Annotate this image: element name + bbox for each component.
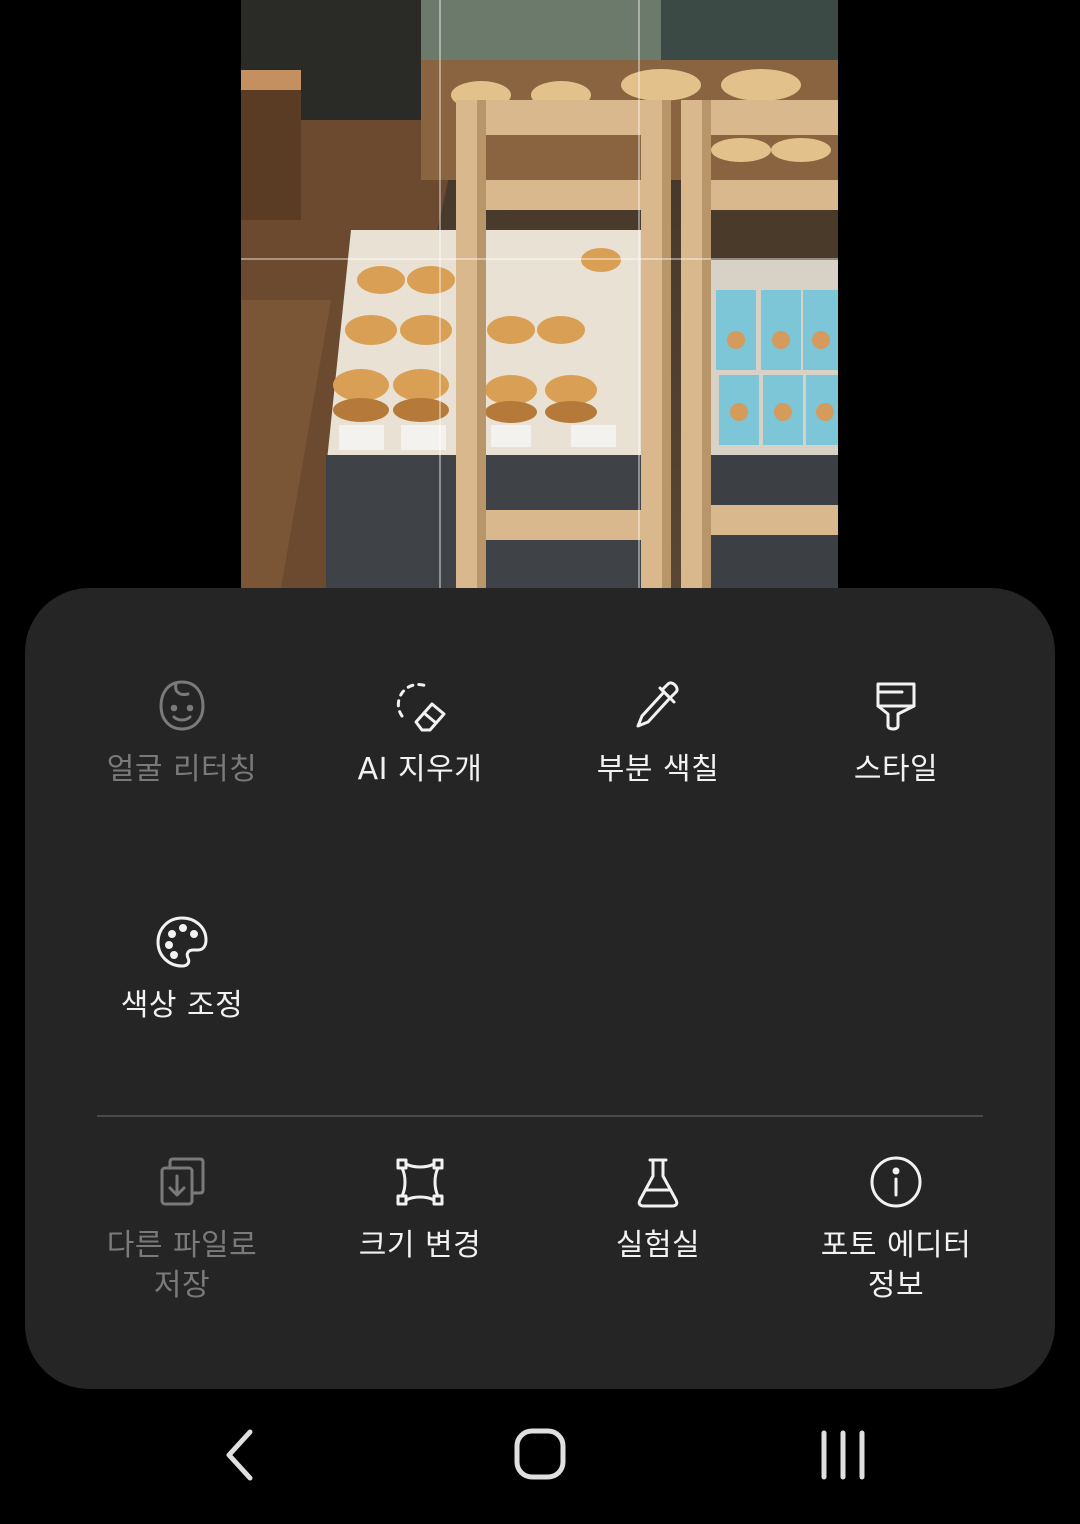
recents-button[interactable] xyxy=(803,1419,883,1489)
face-retouch-button[interactable]: 얼굴 리터칭 xyxy=(63,676,301,790)
photo-preview[interactable] xyxy=(241,0,838,588)
about-photo-editor-button[interactable]: 포토 에디터 정보 xyxy=(777,1152,1015,1306)
chevron-left-icon xyxy=(226,1429,253,1481)
partial-color-button[interactable]: 부분 색칠 xyxy=(539,676,777,790)
ai-eraser-label: AI 지우개 xyxy=(357,752,483,787)
style-label: 스타일 xyxy=(853,752,939,787)
home-icon xyxy=(514,1428,566,1480)
divider xyxy=(97,1115,983,1117)
labs-button[interactable]: 실험실 xyxy=(539,1152,777,1266)
resize-button[interactable]: 크기 변경 xyxy=(301,1152,539,1266)
back-button[interactable] xyxy=(200,1419,280,1489)
home-button[interactable] xyxy=(500,1419,580,1489)
color-picker-icon xyxy=(628,676,688,736)
resize-icon xyxy=(390,1152,450,1212)
recents-icon xyxy=(821,1430,865,1480)
info-icon xyxy=(866,1152,926,1212)
save-as-button[interactable]: 다른 파일로 저장 xyxy=(63,1152,301,1306)
save-as-icon xyxy=(152,1152,212,1212)
ai-eraser-button[interactable]: AI 지우개 xyxy=(301,676,539,790)
ai-eraser-icon xyxy=(390,676,450,736)
color-adjust-label: 색상 조정 xyxy=(120,988,244,1023)
resize-label: 크기 변경 xyxy=(358,1228,482,1263)
labs-label: 실험실 xyxy=(615,1228,701,1263)
color-adjust-button[interactable]: 색상 조정 xyxy=(63,912,301,1026)
style-button[interactable]: 스타일 xyxy=(777,676,1015,790)
flask-icon xyxy=(628,1152,688,1212)
more-tools-sheet: 얼굴 리터칭 AI 지우개 부분 색칠 스타일 색상 조정 다른 파일로 저장 … xyxy=(25,588,1055,1389)
partial-color-label: 부분 색칠 xyxy=(596,752,720,787)
face-icon xyxy=(152,676,212,736)
face-retouch-label: 얼굴 리터칭 xyxy=(106,752,258,787)
paint-brush-icon xyxy=(866,676,926,736)
system-navigation-bar xyxy=(0,1389,1080,1524)
about-photo-editor-label: 포토 에디터 정보 xyxy=(820,1228,972,1303)
bakery-photo xyxy=(241,0,838,588)
palette-icon xyxy=(152,912,212,972)
save-as-label: 다른 파일로 저장 xyxy=(106,1228,258,1303)
